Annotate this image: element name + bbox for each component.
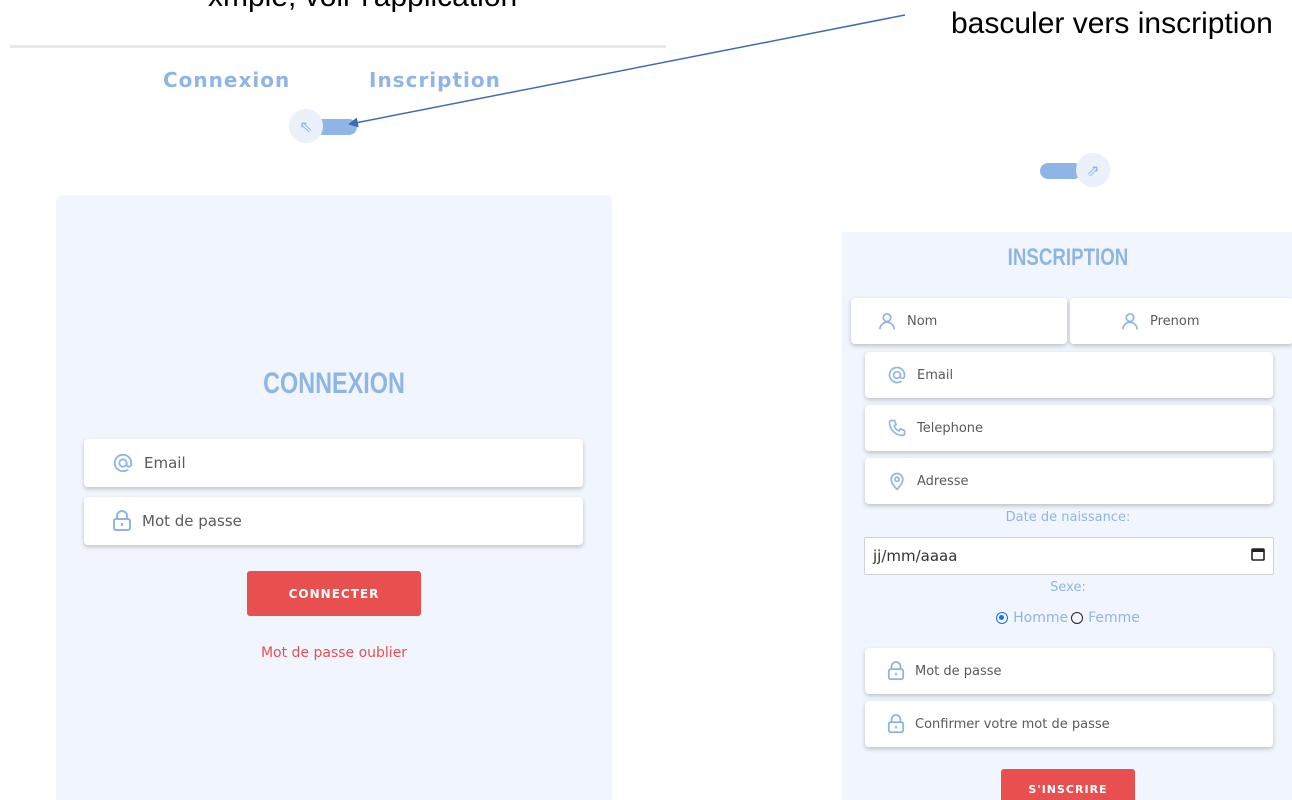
arrow-up-right-icon: ⇗: [1076, 153, 1110, 187]
signup-password-field[interactable]: Mot de passe: [865, 648, 1273, 694]
at-icon: [887, 365, 907, 385]
calendar-icon[interactable]: [1251, 547, 1265, 565]
signup-email-placeholder: Email: [917, 367, 954, 383]
adresse-field[interactable]: Adresse: [865, 458, 1273, 504]
login-panel: CONNEXION Email Mot de passe CONNECTER M…: [56, 195, 612, 800]
signup-password-placeholder: Mot de passe: [915, 663, 1002, 679]
confirm-password-placeholder: Confirmer votre mot de passe: [915, 716, 1110, 732]
telephone-field[interactable]: Telephone: [865, 405, 1273, 451]
date-of-birth-label: Date de naissance:: [1005, 510, 1131, 525]
lock-icon: [887, 661, 905, 681]
gender-radio-homme[interactable]: [996, 612, 1009, 624]
user-icon: [877, 311, 897, 331]
signup-title: INSCRIPTION: [1007, 244, 1129, 271]
annotation-label: basculer vers inscription: [951, 7, 1273, 40]
gender-radio-group: Homme Femme: [842, 610, 1292, 626]
forgot-password-link[interactable]: Mot de passe oublier: [56, 645, 612, 661]
login-title: CONNEXION: [263, 367, 405, 400]
telephone-placeholder: Telephone: [917, 420, 984, 436]
login-email-placeholder: Email: [144, 454, 186, 472]
gender-radio-femme[interactable]: [1071, 612, 1084, 624]
lock-icon: [112, 510, 132, 532]
connect-button[interactable]: CONNECTER: [247, 571, 421, 616]
at-icon: [112, 452, 134, 474]
lock-icon: [887, 714, 905, 734]
tab-inscription[interactable]: Inscription: [369, 68, 501, 92]
gender-label: Sexe:: [1050, 580, 1086, 595]
gender-option-femme: Femme: [1088, 610, 1140, 626]
confirm-password-field[interactable]: Confirmer votre mot de passe: [865, 701, 1273, 747]
annotation-cut-text: xmple, voir l'application: [208, 0, 517, 14]
top-divider: [10, 45, 666, 48]
nom-placeholder: Nom: [907, 313, 938, 329]
prenom-placeholder: Prenom: [1150, 313, 1200, 329]
nom-field[interactable]: Nom: [851, 298, 1067, 344]
date-of-birth-input[interactable]: jj/mm/aaaa: [864, 537, 1274, 575]
tab-connexion[interactable]: Connexion: [163, 68, 290, 92]
arrow-up-left-icon: ⇖: [289, 109, 323, 143]
phone-icon: [887, 418, 907, 438]
login-password-field[interactable]: Mot de passe: [84, 497, 583, 545]
signup-panel: INSCRIPTION Nom Prenom Email Telephone A…: [842, 232, 1292, 800]
screenshot-canvas: xmple, voir l'application basculer vers …: [0, 0, 1292, 800]
date-of-birth-value: jj/mm/aaaa: [873, 547, 958, 565]
login-email-field[interactable]: Email: [84, 439, 583, 487]
signup-email-field[interactable]: Email: [865, 352, 1273, 398]
gender-option-homme: Homme: [1013, 610, 1069, 626]
user-icon: [1120, 311, 1140, 331]
signup-button[interactable]: S'INSCRIRE: [1001, 769, 1135, 800]
location-pin-icon: [887, 471, 907, 491]
prenom-field[interactable]: Prenom: [1070, 298, 1292, 344]
login-password-placeholder: Mot de passe: [142, 512, 242, 530]
adresse-placeholder: Adresse: [917, 473, 969, 489]
switch-to-login-toggle[interactable]: ⇗: [1040, 152, 1110, 188]
switch-to-signup-toggle[interactable]: ⇖: [289, 109, 369, 145]
